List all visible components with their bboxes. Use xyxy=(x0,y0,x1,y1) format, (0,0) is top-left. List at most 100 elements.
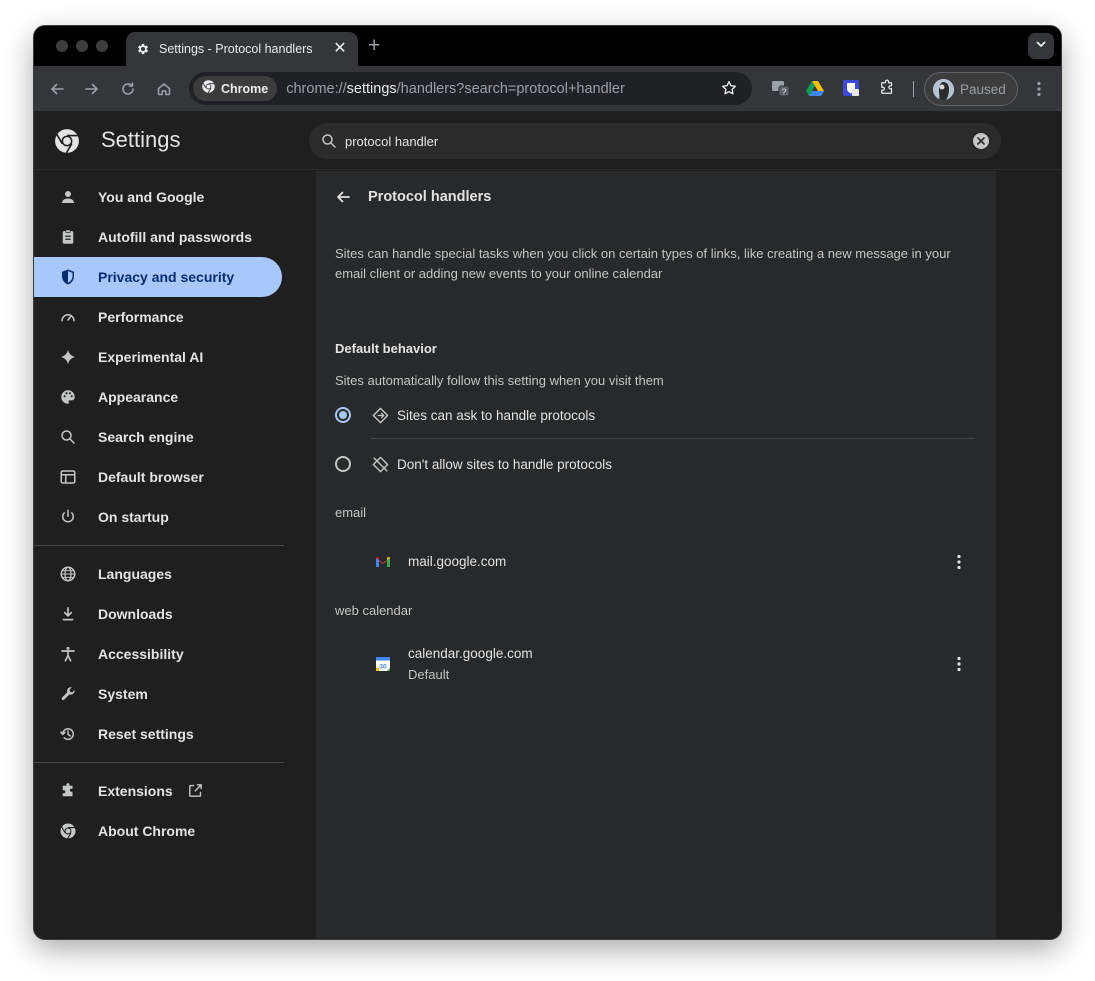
svg-text:30: 30 xyxy=(379,663,387,670)
sidebar-item-label: Privacy and security xyxy=(98,269,235,285)
group-label-email: email xyxy=(335,505,367,520)
sidebar-item-languages[interactable]: Languages xyxy=(34,554,282,594)
power-icon xyxy=(58,507,78,527)
arrow-left-icon xyxy=(51,83,64,95)
gmail-icon xyxy=(375,554,391,570)
chevron-down-icon xyxy=(1035,37,1047,55)
back-button[interactable] xyxy=(46,78,68,100)
more-actions-button[interactable] xyxy=(947,652,971,676)
puzzle-icon xyxy=(58,781,78,801)
window-close-control[interactable] xyxy=(56,40,68,52)
toolbar: Chrome chrome://settings/handlers?search… xyxy=(34,66,1061,112)
sidebar-item-extensions[interactable]: Extensions xyxy=(34,771,282,811)
radio-option-allow[interactable]: Sites can ask to handle protocols xyxy=(335,400,976,430)
browser-menu-button[interactable] xyxy=(1031,78,1047,100)
sidebar-item-appearance[interactable]: Appearance xyxy=(34,377,282,417)
reload-icon xyxy=(122,82,134,95)
profile-button[interactable]: Paused xyxy=(924,72,1018,106)
new-tab-button[interactable]: + xyxy=(368,35,380,57)
profile-status: Paused xyxy=(960,81,1006,97)
sidebar-item-label: Search engine xyxy=(98,429,194,445)
more-actions-button[interactable] xyxy=(947,550,971,574)
sparkle-icon xyxy=(58,347,78,367)
sidebar-item-label: Languages xyxy=(98,566,172,582)
sidebar-item-you-and-google[interactable]: You and Google xyxy=(34,177,282,217)
google-drive-icon[interactable] xyxy=(805,78,825,98)
accessibility-icon xyxy=(58,644,78,664)
default-behavior-subtitle: Sites automatically follow this setting … xyxy=(335,373,664,388)
settings-search[interactable] xyxy=(309,123,1001,159)
sidebar-item-privacy[interactable]: Privacy and security xyxy=(34,257,282,297)
palette-icon xyxy=(58,387,78,407)
forward-button[interactable] xyxy=(81,78,103,100)
sidebar-item-search-engine[interactable]: Search engine xyxy=(34,417,282,457)
sidebar-item-label: Accessibility xyxy=(98,646,184,662)
sidebar-item-default-browser[interactable]: Default browser xyxy=(34,457,282,497)
sidebar-item-label: System xyxy=(98,686,148,702)
window-zoom-control[interactable] xyxy=(96,40,108,52)
extension-tag-icon[interactable]: ? xyxy=(771,78,791,98)
search-icon xyxy=(58,427,78,447)
sidebar-item-system[interactable]: System xyxy=(34,674,282,714)
search-input[interactable] xyxy=(345,133,973,149)
radio-button[interactable] xyxy=(335,407,351,423)
wrench-icon xyxy=(58,684,78,704)
sidebar-item-autofill[interactable]: Autofill and passwords xyxy=(34,217,282,257)
home-icon xyxy=(157,83,171,96)
password-manager-icon[interactable] xyxy=(841,78,861,98)
speedometer-icon xyxy=(58,307,78,327)
puzzle-extensions-icon[interactable] xyxy=(877,78,897,98)
sidebar-item-reset-settings[interactable]: Reset settings xyxy=(34,714,282,754)
sidebar-item-label: On startup xyxy=(98,509,169,525)
back-arrow-button[interactable] xyxy=(333,187,353,207)
site-info-chip[interactable]: Chrome xyxy=(193,76,278,101)
close-tab-icon[interactable]: ✕ xyxy=(332,41,348,57)
home-button[interactable] xyxy=(153,78,175,100)
sidebar-item-accessibility[interactable]: Accessibility xyxy=(34,634,282,674)
sidebar-item-performance[interactable]: Performance xyxy=(34,297,282,337)
more-vert-icon xyxy=(957,554,961,570)
sidebar-item-label: Appearance xyxy=(98,389,179,405)
sidebar-item-on-startup[interactable]: On startup xyxy=(34,497,282,537)
window-minimize-control[interactable] xyxy=(76,40,88,52)
radio-option-block[interactable]: Don't allow sites to handle protocols xyxy=(335,449,976,479)
globe-icon xyxy=(58,564,78,584)
subpage-title: Protocol handlers xyxy=(368,189,492,205)
clear-search-icon[interactable] xyxy=(973,133,989,149)
browser-window: Settings - Protocol handlers ✕ + Chrome … xyxy=(34,26,1061,939)
sidebar-item-label: Reset settings xyxy=(98,726,194,742)
radio-button[interactable] xyxy=(335,456,351,472)
tab-search-button[interactable] xyxy=(1028,33,1054,59)
tab-title: Settings - Protocol handlers xyxy=(159,42,313,56)
sidebar-divider xyxy=(34,762,284,763)
option-divider xyxy=(371,438,975,439)
list-item: 30 calendar.google.com Default xyxy=(335,643,976,685)
clipboard-icon xyxy=(58,227,78,247)
url-text[interactable]: chrome://settings/handlers?search=protoc… xyxy=(286,81,625,97)
protocol-handler-icon xyxy=(371,406,389,424)
reload-button[interactable] xyxy=(117,78,139,100)
search-icon xyxy=(320,132,338,150)
toolbar-divider xyxy=(913,81,914,97)
address-bar[interactable]: Chrome chrome://settings/handlers?search… xyxy=(189,72,752,105)
url-host: settings xyxy=(346,80,397,97)
sidebar-item-label: Extensions xyxy=(98,783,173,799)
sidebar-item-label: Performance xyxy=(98,309,184,325)
sidebar-item-label: About Chrome xyxy=(98,823,196,839)
sidebar-item-downloads[interactable]: Downloads xyxy=(34,594,282,634)
chrome-icon xyxy=(201,79,216,99)
default-behavior-title: Default behavior xyxy=(335,341,437,356)
bookmark-star-icon[interactable] xyxy=(720,79,738,97)
sidebar-item-label: Autofill and passwords xyxy=(98,229,253,245)
more-vert-icon xyxy=(957,656,961,672)
google-calendar-icon: 30 xyxy=(375,656,391,672)
sidebar-item-label: You and Google xyxy=(98,189,205,205)
sidebar-item-experimental-ai[interactable]: Experimental AI xyxy=(34,337,282,377)
page-title: Settings xyxy=(101,127,181,152)
tab-settings[interactable]: Settings - Protocol handlers ✕ xyxy=(126,32,358,66)
radio-label: Sites can ask to handle protocols xyxy=(397,407,596,423)
protocol-handler-off-icon xyxy=(371,455,389,473)
list-item: mail.google.com xyxy=(335,550,976,574)
arrow-back-icon xyxy=(337,191,350,203)
sidebar-item-about-chrome[interactable]: About Chrome xyxy=(34,811,282,851)
